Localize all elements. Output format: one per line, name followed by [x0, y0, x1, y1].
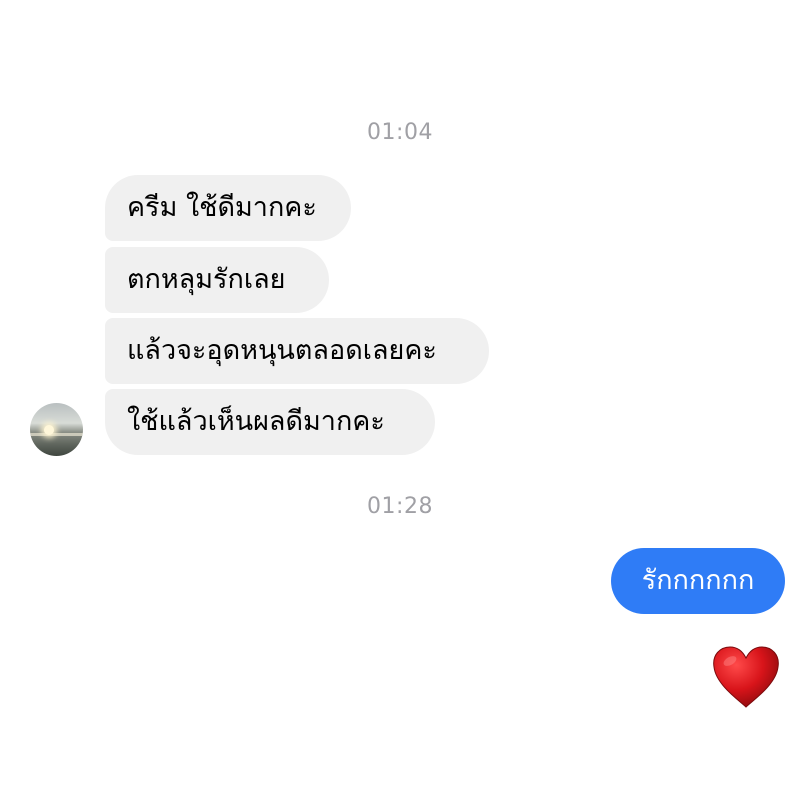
heart-icon-svg — [713, 646, 779, 708]
heart-icon[interactable] — [712, 645, 780, 709]
avatar-horizon — [30, 433, 83, 436]
message-text: รักกกกกก — [641, 565, 755, 596]
incoming-message-bubble[interactable]: ตกหลุมรักเลย — [105, 247, 329, 313]
incoming-message-bubble[interactable]: แล้วจะอุดหนุนตลอดเลยคะ — [105, 318, 489, 384]
outgoing-message-bubble[interactable]: รักกกกกก — [611, 548, 785, 614]
sender-avatar[interactable] — [30, 403, 83, 456]
avatar-sun — [44, 425, 54, 435]
message-text: ตกหลุมรักเลย — [127, 264, 286, 295]
message-text: ครีม ใช้ดีมากคะ — [127, 192, 317, 223]
timestamp: 01:04 — [367, 120, 433, 145]
incoming-message-bubble[interactable]: ใช้แล้วเห็นผลดีมากคะ — [105, 389, 435, 455]
incoming-message-bubble[interactable]: ครีม ใช้ดีมากคะ — [105, 175, 351, 241]
timestamp: 01:28 — [367, 494, 433, 519]
message-text: แล้วจะอุดหนุนตลอดเลยคะ — [127, 335, 437, 366]
message-text: ใช้แล้วเห็นผลดีมากคะ — [127, 406, 385, 437]
